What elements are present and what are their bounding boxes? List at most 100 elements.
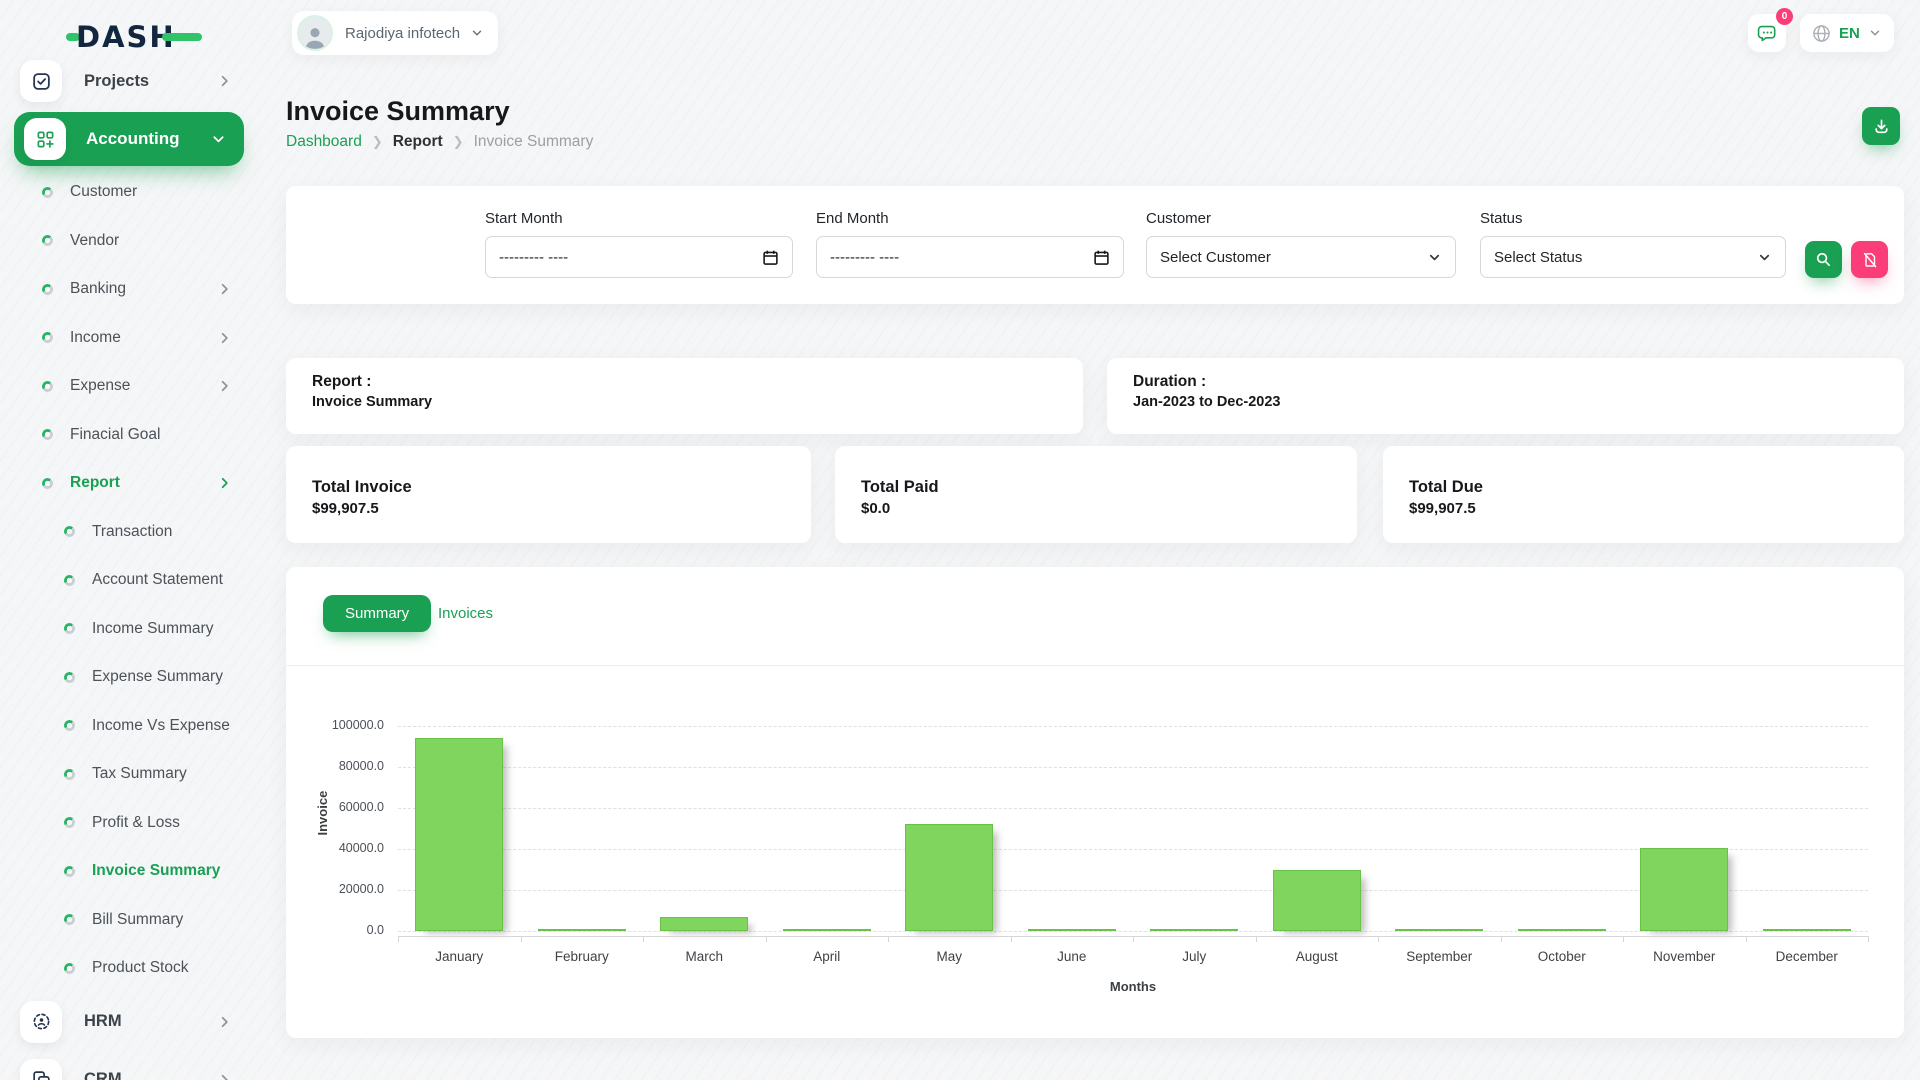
tab-summary[interactable]: Summary [323,595,431,632]
sidebar-item-vendor[interactable]: Vendor [0,217,258,266]
end-month-label: End Month [816,210,1124,227]
total-paid-value: $0.0 [861,500,1331,517]
axis-tick [521,936,522,942]
sidebar-item-hrm[interactable]: HRM [0,993,258,1051]
sidebar-item-label: Tax Summary [92,765,187,783]
bar-slot [1623,726,1746,931]
sidebar-item-report[interactable]: Report [0,459,258,508]
sidebar-item-banking[interactable]: Banking [0,265,258,314]
sidebar-item-transaction[interactable]: Transaction [0,508,258,557]
download-icon [1872,117,1891,136]
bullet-icon [42,381,53,392]
bar-february[interactable] [538,929,626,931]
bar-december[interactable] [1763,929,1851,931]
company-name: Rajodiya infotech [345,25,460,42]
chevron-down-icon [470,26,484,40]
sidebar-item-label: Bill Summary [92,911,183,929]
breadcrumb-dashboard[interactable]: Dashboard [286,133,362,151]
sidebar-item-expense[interactable]: Expense [0,362,258,411]
sidebar-item-invoice-summary[interactable]: Invoice Summary [0,847,258,896]
chart-bars [398,726,1868,931]
start-month-placeholder: --------- ---- [499,249,568,266]
x-axis-title: Months [398,979,1868,994]
bar-january[interactable] [415,738,503,931]
sidebar-item-crm[interactable]: CRM [0,1051,258,1080]
language-code: EN [1839,25,1860,42]
x-tick-label: September [1378,949,1501,964]
duration-card-value: Jan-2023 to Dec-2023 [1133,394,1878,410]
bullet-icon [42,187,53,198]
reset-filter-button[interactable] [1851,241,1888,278]
sidebar-item-income[interactable]: Income [0,314,258,363]
bar-october[interactable] [1518,929,1606,931]
gridline [398,931,1868,932]
sidebar-item-label: Expense [70,377,130,395]
breadcrumb-current: Invoice Summary [474,133,594,151]
end-month-input[interactable]: --------- ---- [816,236,1124,278]
language-selector[interactable]: EN [1800,14,1894,52]
report-card-title: Report : [312,373,1057,391]
bullet-icon [64,963,75,974]
bar-april[interactable] [783,929,871,931]
sidebar-item-income-vs-expense[interactable]: Income Vs Expense [0,702,258,751]
status-select-value: Select Status [1494,249,1582,266]
bar-may[interactable] [905,824,993,931]
bullet-icon [42,284,53,295]
breadcrumb-report[interactable]: Report [393,133,443,151]
sidebar-item-label: HRM [84,1012,122,1031]
axis-tick [1623,936,1624,942]
bar-march[interactable] [660,917,748,931]
sidebar-item-expense-summary[interactable]: Expense Summary [0,653,258,702]
bar-august[interactable] [1273,870,1361,931]
sidebar-item-label: Transaction [92,523,172,541]
breadcrumb: Dashboard ❯ Report ❯ Invoice Summary [286,133,593,151]
y-tick-label: 100000.0 [286,718,384,732]
sidebar-item-income-summary[interactable]: Income Summary [0,605,258,654]
axis-tick [1378,936,1379,942]
bar-july[interactable] [1150,929,1238,931]
sidebar-item-projects[interactable]: Projects [0,52,258,110]
bullet-icon [64,623,75,634]
sidebar-item-label: Accounting [86,129,180,149]
sidebar-item-customer[interactable]: Customer [0,168,258,217]
report-card-value: Invoice Summary [312,394,1057,410]
customer-select[interactable]: Select Customer [1146,236,1456,278]
sidebar-item-label: Projects [84,72,149,91]
search-button[interactable] [1805,241,1842,278]
sidebar-item-bill-summary[interactable]: Bill Summary [0,896,258,945]
download-button[interactable] [1862,107,1900,145]
sidebar-item-label: Income Summary [92,620,213,638]
bullet-icon [64,769,75,780]
company-dropdown[interactable]: Rajodiya infotech [292,11,498,55]
x-tick-label: February [521,949,644,964]
axis-tick [398,936,399,942]
axis-tick [1746,936,1747,942]
sidebar-item-finacial-goal[interactable]: Finacial Goal [0,411,258,460]
accounting-icon [24,118,66,160]
start-month-input[interactable]: --------- ---- [485,236,793,278]
messages-button[interactable]: 0 [1748,14,1786,52]
sidebar: ProjectsAccountingCustomerVendorBankingI… [0,52,258,1080]
sidebar-item-accounting[interactable]: Accounting [14,112,244,166]
bar-slot [1256,726,1379,931]
bar-slot [888,726,1011,931]
sidebar-item-product-stock[interactable]: Product Stock [0,944,258,993]
bar-slot [1133,726,1256,931]
x-tick-label: May [888,949,1011,964]
bar-november[interactable] [1640,848,1728,931]
bar-june[interactable] [1028,929,1116,931]
app-logo[interactable]: DASH [66,18,202,56]
tab-invoices[interactable]: Invoices [428,595,503,632]
bullet-icon [64,720,75,731]
globe-icon [1812,24,1831,43]
axis-tick [1868,936,1869,942]
bar-september[interactable] [1395,929,1483,931]
status-select[interactable]: Select Status [1480,236,1786,278]
duration-card-title: Duration : [1133,373,1878,391]
sidebar-item-account-statement[interactable]: Account Statement [0,556,258,605]
y-tick-label: 0.0 [286,923,384,937]
sidebar-item-tax-summary[interactable]: Tax Summary [0,750,258,799]
sidebar-item-profit-loss[interactable]: Profit & Loss [0,799,258,848]
total-invoice-title: Total Invoice [312,478,785,497]
chevron-right-icon [217,74,232,89]
